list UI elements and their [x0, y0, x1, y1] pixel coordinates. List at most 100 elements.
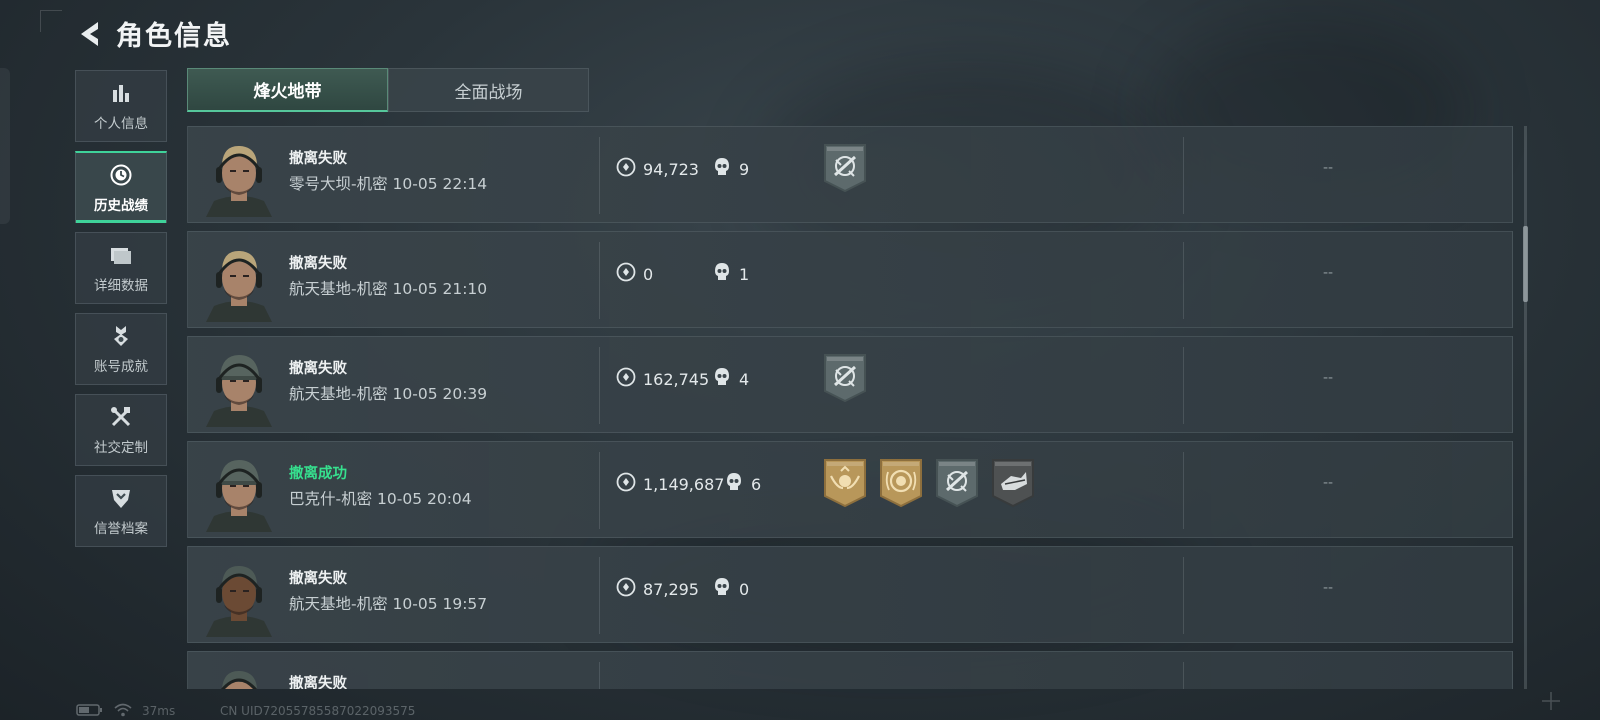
- extraction-result: 撤离失败: [289, 571, 347, 587]
- asset-amount: 162,745: [643, 369, 710, 389]
- shield-icon: [108, 485, 134, 511]
- divider: [599, 557, 600, 634]
- divider: [1183, 452, 1184, 529]
- gold-wings-badge-icon[interactable]: [823, 458, 867, 508]
- asset-value: 162,745: [616, 367, 709, 391]
- tools-icon: [108, 404, 134, 430]
- sidebar-item-label: 历史战绩: [94, 197, 148, 214]
- tab-firezone[interactable]: 烽火地带: [187, 68, 388, 112]
- sidebar-item-profile[interactable]: 个人信息: [75, 70, 167, 142]
- sidebar-item-details[interactable]: 详细数据: [75, 232, 167, 304]
- coin-icon: [616, 262, 636, 286]
- kill-number: 0: [739, 579, 750, 599]
- sidebar-item-credit[interactable]: 信誉档案: [75, 475, 167, 547]
- operator-avatar: [200, 133, 278, 217]
- back-arrow-icon[interactable]: [74, 17, 104, 51]
- skull-icon: [713, 262, 731, 286]
- map-and-time: 航天基地-机密 10-05 19:57: [289, 595, 488, 613]
- gray-rifle-badge-icon[interactable]: [935, 458, 979, 508]
- match-row[interactable]: 撤离失败: [187, 651, 1513, 689]
- divider: [1183, 557, 1184, 634]
- match-row[interactable]: 撤离失败 航天基地-机密 10-05 20:39 162,745 4 --: [187, 336, 1513, 433]
- divider: [1183, 662, 1184, 689]
- kill-number: 9: [739, 159, 750, 179]
- gray-rifle-badge-icon[interactable]: [823, 143, 867, 193]
- extra-info: --: [1323, 370, 1334, 386]
- match-row[interactable]: 撤离失败 航天基地-机密 10-05 21:10 0 1 --: [187, 231, 1513, 328]
- divider: [599, 452, 600, 529]
- ping-value: 37ms: [142, 704, 176, 718]
- kill-number: 4: [739, 369, 750, 389]
- operator-avatar: [200, 343, 278, 427]
- map-and-time: 航天基地-机密 10-05 20:39: [289, 385, 488, 403]
- coin-icon: [616, 157, 636, 181]
- side-drawer-handle[interactable]: [0, 68, 10, 224]
- folder-icon: [108, 242, 134, 268]
- divider: [1183, 137, 1184, 214]
- sidebar-item-label: 账号成就: [94, 359, 148, 375]
- asset-amount: 94,723: [643, 159, 699, 179]
- scrollbar-thumb[interactable]: [1523, 226, 1528, 302]
- divider: [599, 662, 600, 689]
- asset-amount: 87,295: [643, 579, 699, 599]
- tab-battlefield[interactable]: 全面战场: [388, 68, 589, 112]
- operator-avatar: [200, 553, 278, 637]
- sidebar-item-label: 个人信息: [94, 116, 148, 132]
- sidebar-item-history[interactable]: 历史战绩: [75, 151, 167, 223]
- skull-icon: [713, 577, 731, 601]
- skull-icon: [725, 472, 743, 496]
- wifi-icon: [114, 703, 132, 720]
- coin-icon: [616, 472, 636, 496]
- kill-number: 1: [739, 264, 750, 284]
- header: 角色信息: [74, 14, 232, 53]
- map-and-time: 航天基地-机密 10-05 21:10: [289, 280, 488, 298]
- divider: [599, 137, 600, 214]
- kill-number: 6: [751, 474, 762, 494]
- badge-list: [823, 353, 867, 403]
- dark-hand-badge-icon[interactable]: [991, 458, 1035, 508]
- asset-amount: 1,149,687: [643, 474, 725, 494]
- gray-rifle-badge-icon[interactable]: [823, 353, 867, 403]
- extraction-result: 撤离失败: [289, 151, 347, 167]
- sidebar-item-label: 详细数据: [94, 278, 148, 294]
- sidebar-item-label: 社交定制: [94, 440, 148, 456]
- extraction-result: 撤离失败: [289, 256, 347, 272]
- match-row[interactable]: 撤离失败 零号大坝-机密 10-05 22:14 94,723 9 --: [187, 126, 1513, 223]
- extraction-result: 撤离失败: [289, 361, 347, 377]
- coin-icon: [616, 577, 636, 601]
- page-title: 角色信息: [116, 21, 232, 52]
- badge-list: [823, 458, 1035, 508]
- bar-chart-icon: [108, 80, 134, 106]
- map-and-time: 巴克什-机密 10-05 20:04: [289, 490, 472, 508]
- kill-count: 9: [713, 157, 749, 181]
- asset-amount: 0: [643, 264, 654, 284]
- coin-icon: [616, 367, 636, 391]
- divider: [1183, 347, 1184, 424]
- kill-count: 1: [713, 262, 749, 286]
- gold-coin-badge-icon[interactable]: [879, 458, 923, 508]
- extra-info: --: [1323, 475, 1334, 491]
- asset-value: 87,295: [616, 577, 699, 601]
- skull-icon: [713, 157, 731, 181]
- match-history-list[interactable]: 撤离失败 零号大坝-机密 10-05 22:14 94,723 9 -- 撤离失…: [187, 126, 1513, 689]
- match-row[interactable]: 撤离成功 巴克什-机密 10-05 20:04 1,149,687 6 --: [187, 441, 1513, 538]
- battery-icon: [76, 703, 104, 720]
- skull-icon: [713, 367, 731, 391]
- mode-tabs: 烽火地带 全面战场: [187, 68, 589, 112]
- medal-icon: [108, 323, 134, 349]
- divider: [1183, 242, 1184, 319]
- sidebar-item-social[interactable]: 社交定制: [75, 394, 167, 466]
- corner-decoration: [40, 10, 62, 32]
- sidebar-item-achievements[interactable]: 账号成就: [75, 313, 167, 385]
- divider: [599, 347, 600, 424]
- kill-count: 6: [725, 472, 761, 496]
- sidebar-item-label: 信誉档案: [94, 521, 148, 537]
- operator-avatar: [200, 658, 278, 689]
- scrollbar-track[interactable]: [1524, 126, 1527, 689]
- extra-info: --: [1323, 580, 1334, 596]
- match-row[interactable]: 撤离失败 航天基地-机密 10-05 19:57 87,295 0 --: [187, 546, 1513, 643]
- kill-count: 0: [713, 577, 749, 601]
- extra-info: --: [1323, 265, 1334, 281]
- plus-icon: [1540, 690, 1562, 712]
- extraction-result: 撤离失败: [289, 676, 347, 689]
